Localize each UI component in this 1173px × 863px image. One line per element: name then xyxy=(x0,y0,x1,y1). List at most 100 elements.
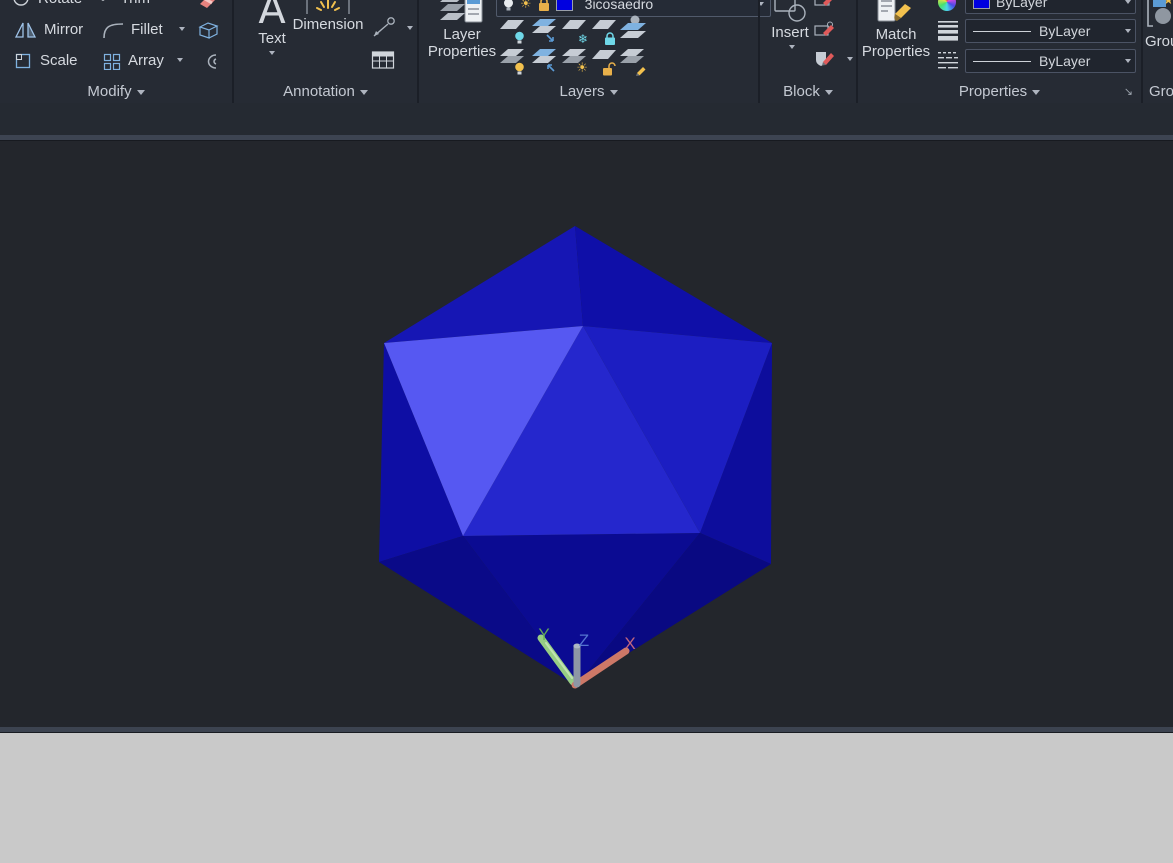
erase-button[interactable] xyxy=(196,0,220,12)
rotate-button[interactable]: Rotate xyxy=(12,0,82,11)
edit-attributes-button[interactable] xyxy=(813,18,839,42)
layer-properties-label-2: Properties xyxy=(427,43,497,60)
layer-thaw-button[interactable]: ☀ xyxy=(561,47,589,76)
attribute-pencil-icon xyxy=(814,21,834,36)
layer-properties-icon xyxy=(440,0,483,23)
panel-title-layers-label: Layers xyxy=(559,83,605,100)
fillet-label: Fillet xyxy=(131,21,163,38)
match-properties-button[interactable]: Match Properties xyxy=(861,0,931,60)
offset-icon xyxy=(207,53,217,69)
drawing-viewport[interactable]: Y Z X xyxy=(0,141,1173,727)
ribbon: Rotate ✂ Trim Mirror xyxy=(0,0,1173,103)
chevron-down-icon xyxy=(824,89,833,95)
panel-title-annotation[interactable]: Annotation xyxy=(234,83,417,100)
panel-title-block[interactable]: Block xyxy=(760,83,856,100)
leader-dropdown-caret[interactable] xyxy=(407,26,413,30)
match-properties-label-2: Properties xyxy=(861,43,931,60)
panel-title-modify[interactable]: Modify xyxy=(0,83,232,100)
layer-lock-button[interactable] xyxy=(591,17,619,45)
current-layer-name: 3icosaedro xyxy=(584,0,654,12)
insert-button[interactable]: Insert xyxy=(766,0,814,49)
group-button[interactable]: Group xyxy=(1145,0,1173,50)
layer-thaw-sun-icon: ☀ xyxy=(520,0,532,12)
layer-properties-button[interactable]: Layer Properties xyxy=(427,0,497,60)
lineweight-caret xyxy=(1125,29,1131,33)
object-color-dropdown[interactable]: ByLayer xyxy=(965,0,1136,14)
block-attribute-manager-button[interactable] xyxy=(813,47,839,71)
linetype-dropdown[interactable]: ByLayer xyxy=(965,49,1136,73)
chevron-down-icon xyxy=(1032,89,1041,95)
table-button[interactable] xyxy=(371,48,395,72)
fillet-dropdown-caret[interactable] xyxy=(179,27,185,31)
panel-group: Group Group xyxy=(1143,0,1173,103)
match-properties-label-1: Match xyxy=(875,26,917,43)
icosahedron-face-top-right[interactable] xyxy=(575,226,772,343)
panel-layers: Layer Properties ☀ 3icosaedro ❄ ☀ Layers xyxy=(419,0,771,103)
panel-title-group-label: Group xyxy=(1149,83,1173,100)
array-label: Array xyxy=(128,52,164,69)
create-block-button[interactable] xyxy=(813,0,839,12)
panel-title-annotation-label: Annotation xyxy=(283,83,355,100)
chevron-down-icon xyxy=(609,89,618,95)
panel-title-group[interactable]: Group xyxy=(1143,83,1173,100)
offset-button[interactable] xyxy=(196,47,220,74)
layer-off-button[interactable] xyxy=(499,17,527,44)
sun-icon: ☀ xyxy=(576,61,588,76)
insert-dropdown-caret xyxy=(788,45,795,49)
autocad-window: Rotate ✂ Trim Mirror xyxy=(0,0,1173,863)
linetype-preview xyxy=(973,60,1031,62)
fillet-button[interactable]: Fillet xyxy=(102,16,163,43)
leader-button[interactable] xyxy=(368,15,396,41)
arrow-icon xyxy=(546,34,554,42)
panel-title-layers[interactable]: Layers xyxy=(419,83,758,100)
linetype-icon xyxy=(938,52,958,69)
viewport-canvas[interactable]: Y Z X xyxy=(0,141,1173,727)
panel-annotation: A Text Dimension Annotation xyxy=(234,0,417,103)
layer-isolate-button[interactable] xyxy=(531,17,559,44)
panel-launcher-icon[interactable]: ↘ xyxy=(1124,86,1133,97)
icosahedron[interactable] xyxy=(379,226,772,686)
color-wheel-icon[interactable] xyxy=(938,0,956,11)
object-color-swatch xyxy=(973,0,990,9)
group-label: Group xyxy=(1145,33,1173,50)
rotate-icon xyxy=(13,0,29,6)
ucs-x-label: X xyxy=(624,634,635,653)
panel-title-properties[interactable]: Properties xyxy=(858,83,1141,100)
icosahedron-face-top-left[interactable] xyxy=(384,226,583,343)
layer-color-swatch xyxy=(555,0,573,11)
lower-panel-area xyxy=(0,733,1173,863)
lock-icon xyxy=(605,32,615,45)
layer-on-bulb-icon xyxy=(504,0,513,11)
linetype-caret xyxy=(1125,59,1131,63)
linetype-button[interactable] xyxy=(937,50,959,70)
attribute-dropdown-caret[interactable] xyxy=(847,57,853,61)
make-current-button[interactable] xyxy=(619,15,647,42)
explode-button[interactable] xyxy=(196,16,220,43)
layer-unisolate-button[interactable] xyxy=(531,47,559,74)
chevron-down-icon xyxy=(359,89,368,95)
array-dropdown-caret[interactable] xyxy=(177,58,183,62)
layer-match-button[interactable] xyxy=(619,47,647,76)
panel-properties: Match Properties ByLayer ByLayer ByLayer… xyxy=(858,0,1141,103)
lineweight-button[interactable] xyxy=(937,19,959,41)
layer-unlock-button[interactable] xyxy=(591,47,619,76)
lineweight-dropdown[interactable]: ByLayer xyxy=(965,19,1136,43)
dimension-button[interactable]: Dimension xyxy=(293,0,363,33)
layer-freeze-button[interactable]: ❄ xyxy=(561,17,589,45)
scale-button[interactable]: Scale xyxy=(14,47,78,74)
mirror-button[interactable]: Mirror xyxy=(14,16,83,43)
mirror-label: Mirror xyxy=(44,21,84,38)
lightbulb-icon xyxy=(515,31,524,44)
array-button[interactable]: Array xyxy=(102,47,164,74)
panel-title-properties-label: Properties xyxy=(958,83,1028,100)
layers-on-button[interactable] xyxy=(499,47,527,75)
mirror-icon xyxy=(14,22,37,38)
linetype-value: ByLayer xyxy=(1039,53,1091,69)
text-button[interactable]: A Text xyxy=(246,0,298,55)
trim-button[interactable]: ✂ Trim xyxy=(101,0,150,11)
pencil-icon xyxy=(636,67,646,76)
ucs-y-label: Y xyxy=(538,625,549,644)
panel-title-modify-label: Modify xyxy=(87,83,132,100)
erase-icon xyxy=(200,0,215,8)
ucs-z-label: Z xyxy=(579,631,589,650)
